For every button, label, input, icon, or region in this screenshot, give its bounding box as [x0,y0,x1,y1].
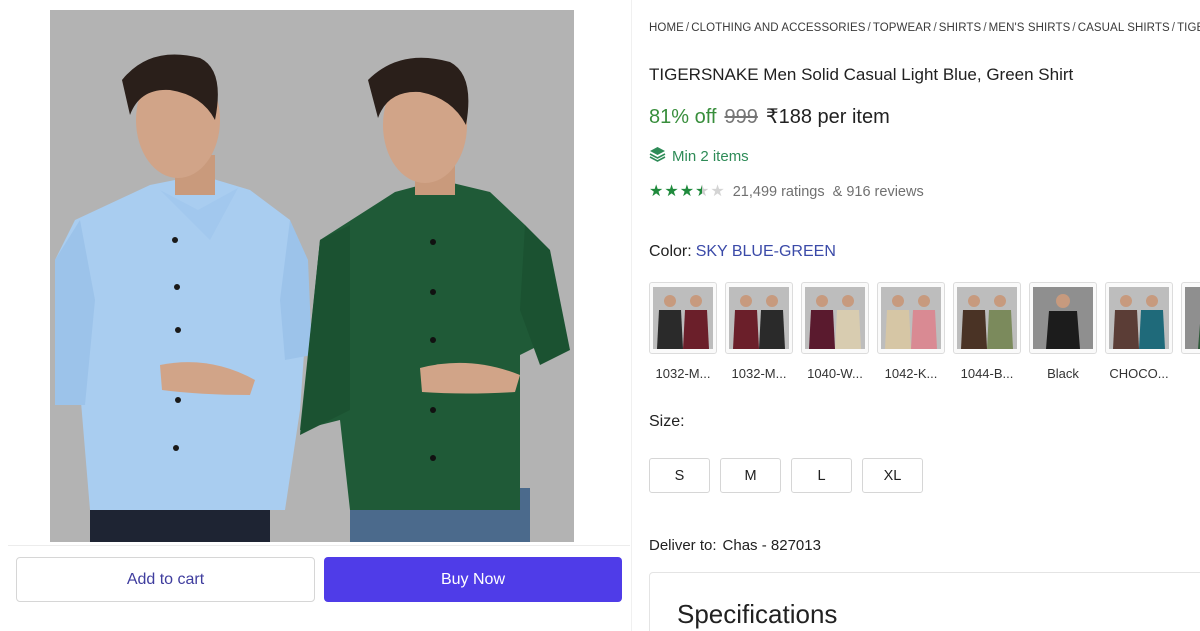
star-half-icon: ★ [695,183,710,200]
color-swatch[interactable]: 1044-B... [953,282,1021,381]
color-swatch-caption: 1032-M... [655,366,711,381]
breadcrumb-brand[interactable]: TIGERSNAKE [1177,22,1200,34]
selected-color: SKY BLUE-GREEN [695,243,836,260]
size-label: Size: [649,413,685,430]
color-swatch[interactable]: 1042-K... [877,282,945,381]
product-gallery: Add to cart Buy Now [0,0,632,631]
color-swatch-caption: 1032-M... [731,366,787,381]
size-button-s[interactable]: S [649,458,710,493]
action-bar: Add to cart Buy Now [8,545,630,631]
color-swatch[interactable]: 1032-M... [725,282,793,381]
color-swatch-thumbnail[interactable] [649,282,717,354]
star-rating: ★ ★ ★ ★ ★ [649,184,725,200]
layers-icon [649,146,666,166]
color-swatch[interactable]: Da [1181,282,1200,381]
discount-label: 81% off [649,106,717,128]
specifications-section: Specifications [649,572,1200,631]
breadcrumb-shirts[interactable]: SHIRTS [939,22,982,34]
breadcrumb: HOME / CLOTHING AND ACCESSORIES / TOPWEAR / SH… [649,22,1200,34]
min-items-text: Min 2 items [672,147,749,165]
reviews-count[interactable]: & 916 reviews [833,184,924,200]
mrp-price: 999 [724,106,758,128]
color-swatch-thumbnail[interactable] [1181,282,1200,354]
size-button-m[interactable]: M [720,458,781,493]
product-image[interactable] [50,10,574,542]
selling-price: ₹188 per item [765,106,890,128]
add-to-cart-button[interactable]: Add to cart [16,557,315,602]
min-items-note: Min 2 items [649,146,749,166]
color-swatch-caption: 1042-K... [884,366,938,381]
delivery-location: Chas - 827013 [722,537,821,554]
breadcrumb-home[interactable]: HOME [649,22,684,34]
color-swatch[interactable]: CHOCO... [1105,282,1173,381]
color-swatch[interactable]: 1032-M... [649,282,717,381]
color-swatch-caption: 1044-B... [960,366,1014,381]
breadcrumb-topwear[interactable]: TOPWEAR [873,22,932,34]
specifications-title: Specifications [677,599,838,629]
deliver-label: Deliver to: [649,537,717,554]
delivery-info[interactable]: Deliver to: Chas - 827013 [649,537,821,554]
color-swatch-caption: CHOCO... [1109,366,1169,381]
star-icon: ★ [649,183,664,200]
size-options: S M L XL [649,458,923,493]
rating-row: ★ ★ ★ ★ ★ 21,499 ratings & 916 reviews [649,184,924,201]
color-swatch-caption: Black [1047,366,1079,381]
product-details: HOME / CLOTHING AND ACCESSORIES / TOPWEAR / SH… [649,0,1200,631]
color-swatch-thumbnail[interactable] [725,282,793,354]
ratings-count[interactable]: 21,499 ratings [733,184,825,200]
color-swatches: 1032-M... 1032-M... 1040-W... 1042-K... 1044… [649,282,1200,381]
color-swatch-thumbnail[interactable] [953,282,1021,354]
color-swatch-thumbnail[interactable] [801,282,869,354]
color-swatch-caption: 1040-W... [807,366,863,381]
star-icon: ★ [679,183,695,200]
color-swatch-thumbnail[interactable] [877,282,945,354]
star-empty-icon: ★ [710,183,725,200]
color-swatch[interactable]: 1040-W... [801,282,869,381]
product-title: TIGERSNAKE Men Solid Casual Light Blue, … [649,65,1074,84]
color-swatch-thumbnail[interactable] [1029,282,1097,354]
star-icon: ★ [664,183,679,200]
color-swatch-caption: Da [1177,366,1200,381]
color-swatch[interactable]: Black [1029,282,1097,381]
buy-now-button[interactable]: Buy Now [324,557,622,602]
color-swatch-thumbnail[interactable] [1105,282,1173,354]
breadcrumb-mens-shirts[interactable]: MEN'S SHIRTS [989,22,1071,34]
price-row: 81% off 999 ₹188 per item [649,104,890,129]
size-button-xl[interactable]: XL [862,458,923,493]
color-label-text: Color: [649,243,692,260]
size-button-l[interactable]: L [791,458,852,493]
breadcrumb-clothing[interactable]: CLOTHING AND ACCESSORIES [691,22,865,34]
color-label: Color: SKY BLUE-GREEN [649,243,836,261]
breadcrumb-casual-shirts[interactable]: CASUAL SHIRTS [1078,22,1170,34]
